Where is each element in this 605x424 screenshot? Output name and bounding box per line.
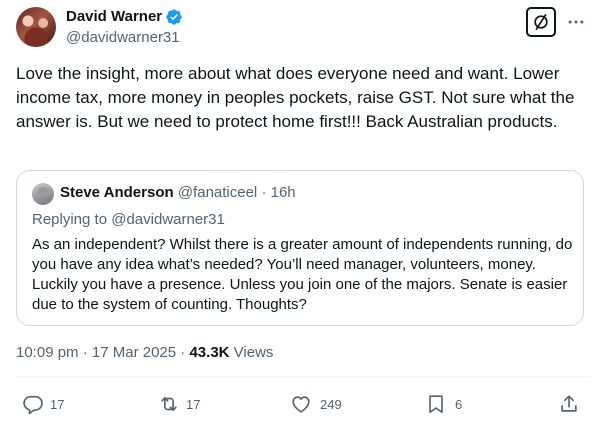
heart-icon [290,393,312,415]
tweet-meta: 10:09 pm · 17 Mar 2025 · 43.3K Views [16,344,273,362]
reply-count: 17 [50,396,65,412]
bookmark-icon [425,393,447,415]
author-handle[interactable]: @davidwarner31 [66,29,180,47]
quoted-tweet[interactable]: Steve Anderson @fanaticeel · 16h Replyin… [16,170,584,326]
repost-count: 17 [186,396,201,412]
author-avatar[interactable] [16,7,56,47]
bookmark-count: 6 [455,396,463,412]
quoted-author-handle[interactable]: @fanaticeel [178,184,257,201]
share-icon [558,393,580,415]
more-options-button[interactable] [564,10,588,34]
bookmark-button[interactable]: 6 [425,392,462,416]
like-button[interactable]: 249 [290,392,342,416]
tweet-date[interactable]: 17 Mar 2025 [92,344,176,361]
grok-button[interactable] [526,7,556,37]
repost-icon [158,393,180,415]
more-dots-icon [568,20,584,24]
quoted-separator: · [261,184,267,201]
replying-to-label: Replying to @davidwarner31 [32,211,225,228]
meta-separator: · [82,344,88,361]
quoted-tweet-text: As an independent? Whilst there is a gre… [32,236,573,313]
views-count: 43.3K [189,344,230,361]
quoted-tweet-header: Steve Anderson @fanaticeel · 16h [60,184,296,202]
quoted-author-avatar[interactable] [32,183,54,205]
divider [16,376,589,377]
quoted-timestamp[interactable]: 16h [271,184,296,201]
share-button[interactable] [558,392,580,416]
views-label: Views [233,344,274,361]
like-count: 249 [320,396,342,412]
verified-badge-icon[interactable] [165,8,183,26]
grok-icon [534,14,548,30]
tweet-time[interactable]: 10:09 pm [16,344,79,361]
meta-separator: · [180,344,186,361]
reply-icon [22,393,44,415]
repost-button[interactable]: 17 [158,392,200,416]
reply-button[interactable]: 17 [22,392,64,416]
author-display-name[interactable]: David Warner [66,8,162,26]
quoted-author-name[interactable]: Steve Anderson [60,184,174,201]
tweet-text: Love the insight, more about what does e… [16,64,575,131]
